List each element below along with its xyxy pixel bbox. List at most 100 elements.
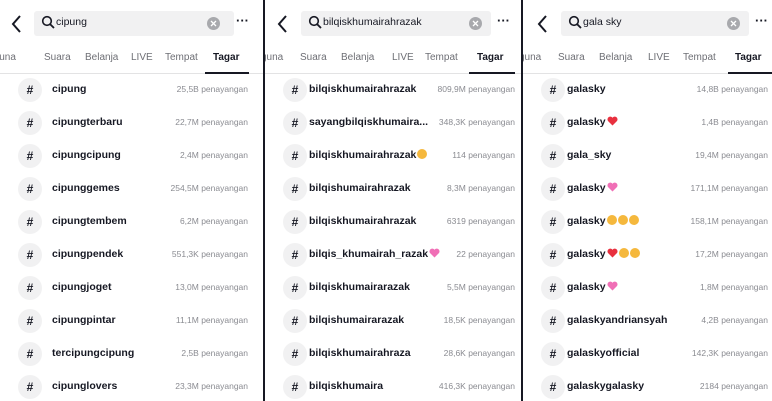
view-count: 114 penayangan [452,150,515,160]
list-item[interactable]: # cipungtembem 6,2M penayangan [0,208,263,240]
list-item[interactable]: # cipung 25,5B penayangan [0,76,263,108]
hashtag-name: galasky [567,281,618,293]
hashtag-icon: # [541,342,565,366]
tab-pengguna[interactable]: juna [0,52,16,63]
hashtag-name: cipunggemes [52,182,120,194]
tab-tagar[interactable]: Tagar [477,52,504,63]
list-item[interactable]: # cipunglovers 23,3M penayangan [0,373,263,401]
hashtag-icon: # [283,342,307,366]
search-query: cipung [56,16,87,28]
hashtag-name: bilqis_khumairah_razak [309,248,440,260]
clear-button[interactable] [727,17,740,30]
hashtag-name: bilqiskhumairahraza [309,347,411,359]
hashtag-icon: # [541,78,565,102]
list-item[interactable]: # bilqishumairahrazak 8,3M penayangan [265,175,521,207]
hashtag-icon: # [18,210,42,234]
tab-tempat[interactable]: Tempat [683,52,716,63]
view-count: 22 penayangan [456,249,515,259]
tab-live[interactable]: LIVE [131,52,153,63]
hashtag-name: cipung [52,83,87,95]
tab-suara[interactable]: Suara [558,52,585,63]
tab-tempat[interactable]: Tempat [165,52,198,63]
list-item[interactable]: # galasky 1,8M penayangan [523,274,772,306]
hashtag-text: galasky [567,116,606,128]
pink-heart-emoji-icon [429,248,440,258]
list-item[interactable]: # bilqiskhumairahrazak 809,9M penayangan [265,76,521,108]
list-item[interactable]: # cipungpintar 11,1M penayangan [0,307,263,339]
list-item[interactable]: # bilqiskhumairahrazak 6319 penayangan [265,208,521,240]
view-count: 348,3K penayangan [438,117,515,127]
list-item[interactable]: # galaskyofficial 142,3K penayangan [523,340,772,372]
view-count: 142,3K penayangan [691,348,768,358]
list-item[interactable]: # sayangbilqiskhumaira... 348,3K penayanga… [265,109,521,141]
hashtag-text: galasky [567,182,606,194]
search-input[interactable]: cipung [34,11,234,36]
more-button[interactable]: ··· [755,14,772,31]
hashtag-icon: # [541,375,565,399]
sparkling-heart-emoji-icon [607,182,618,192]
list-item[interactable]: # galaskyandriansyah 4,2B penayangan [523,307,772,339]
hashtag-name: cipungcipung [52,149,121,161]
list-item[interactable]: # gala_sky 19,4M penayangan [523,142,772,174]
tab-belanja[interactable]: Belanja [599,52,632,63]
list-item[interactable]: # bilqis_khumairah_razak 22 penayangan [265,241,521,273]
more-icon: ··· [236,13,249,28]
list-item[interactable]: # cipungpendek 551,3K penayangan [0,241,263,273]
chevron-left-icon [537,15,547,33]
clear-button[interactable] [207,17,220,30]
tab-pengguna[interactable]: guna [265,52,283,63]
list-item[interactable]: # bilqiskhumairahraza 28,6K penayangan [265,340,521,372]
tab-belanja[interactable]: Belanja [85,52,118,63]
list-item[interactable]: # galasky 171,1M penayangan [523,175,772,207]
pleading-face-emoji-icon [606,215,617,225]
more-button[interactable]: ··· [497,14,515,31]
tab-pengguna[interactable]: guna [523,52,541,63]
tab-tagar[interactable]: Tagar [735,52,762,63]
hashtag-icon: # [18,78,42,102]
list-item[interactable]: # cipunggemes 254,5M penayangan [0,175,263,207]
list-item[interactable]: # bilqiskhumaira 416,3K penayangan [265,373,521,401]
chevron-left-icon [11,15,21,33]
list-item[interactable]: # bilqiskhumairarazak 5,5M penayangan [265,274,521,306]
back-button[interactable] [10,12,24,36]
pleading-face-emoji-icon [628,215,639,225]
tab-suara[interactable]: Suara [300,52,327,63]
view-count: 4,2B penayangan [701,315,768,325]
tab-live[interactable]: LIVE [392,52,414,63]
list-item[interactable]: # tercipungcipung 2,5B penayangan [0,340,263,372]
hashtag-name: sayangbilqiskhumaira... [309,116,429,128]
list-item[interactable]: # galasky 1,4B penayangan [523,109,772,141]
list-item[interactable]: # cipungjoget 13,0M penayangan [0,274,263,306]
list-item[interactable]: # cipungterbaru 22,7M penayangan [0,109,263,141]
list-item[interactable]: # bilqiskhumairahrazak 114 penayangan [265,142,521,174]
list-item[interactable]: # galasky 158,1M penayangan [523,208,772,240]
hugging-face-emoji-icon [629,248,640,258]
list-item[interactable]: # galasky 14,8B penayangan [523,76,772,108]
view-count: 5,5M penayangan [446,282,515,292]
list-item[interactable]: # galasky 17,2M penayangan [523,241,772,273]
active-tab-indicator [728,72,772,74]
tab-live[interactable]: LIVE [648,52,670,63]
clear-button[interactable] [469,17,482,30]
search-input[interactable]: bilqiskhumairahrazak [301,11,491,36]
pink-heart-emoji-icon [607,281,618,291]
hashtag-text: galasky [567,281,606,293]
back-button[interactable] [276,12,290,36]
list-item[interactable]: # bilqishumairarazak 18,5K penayangan [265,307,521,339]
tab-belanja[interactable]: Belanja [341,52,374,63]
tab-suara[interactable]: Suara [44,52,71,63]
list-item[interactable]: # galaskygalasky 2184 penayangan [523,373,772,401]
more-button[interactable]: ··· [236,13,254,31]
view-count: 23,3M penayangan [175,381,248,391]
view-count: 1,8M penayangan [699,282,768,292]
red-heart-emoji-icon [607,248,618,258]
back-button[interactable] [536,12,550,36]
search-input[interactable]: gala sky [561,11,749,36]
tab-tagar[interactable]: Tagar [213,52,240,63]
hashtag-text: galasky [567,215,606,227]
tab-tempat[interactable]: Tempat [425,52,458,63]
list-item[interactable]: # cipungcipung 2,4M penayangan [0,142,263,174]
view-count: 809,9M penayangan [437,84,515,94]
hashtag-name: bilqishumairahrazak [309,182,411,194]
view-count: 28,6K penayangan [443,348,515,358]
